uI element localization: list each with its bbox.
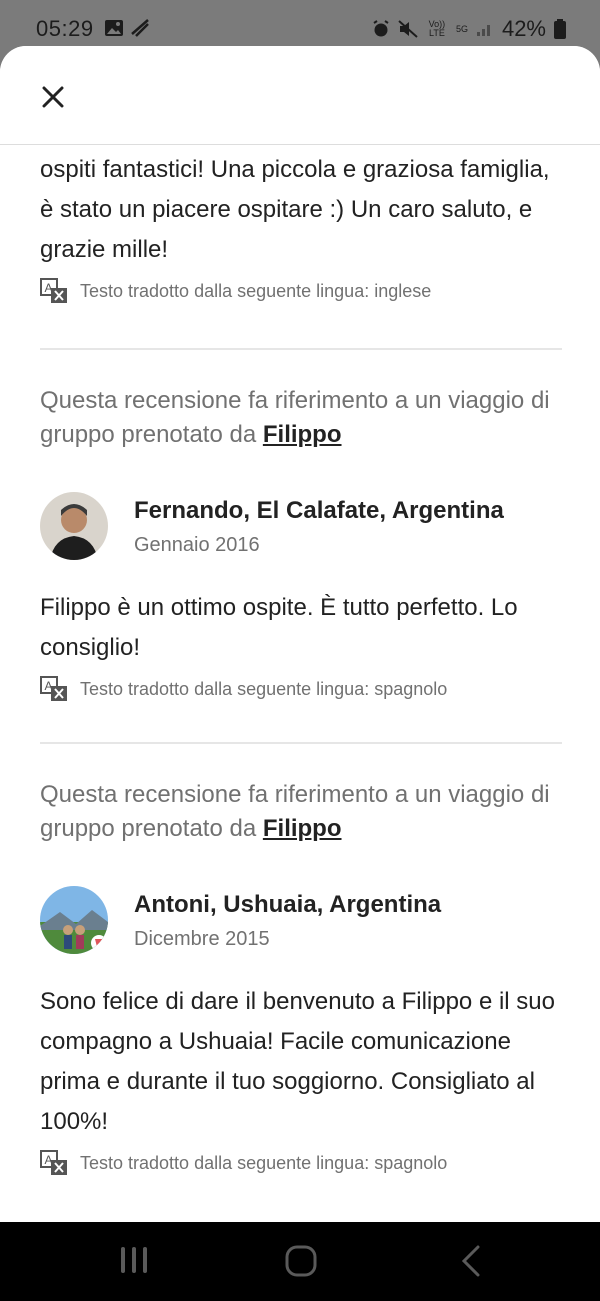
reviewer-info: Antoni, Ushuaia, Argentina Dicembre 2015 (134, 890, 441, 951)
translation-note: A Testo tradotto dalla seguente lingua: … (40, 278, 562, 304)
translation-note: A Testo tradotto dalla seguente lingua: … (40, 676, 562, 702)
review-text: Filippo è un ottimo ospite. È tutto perf… (40, 594, 518, 661)
group-trip-note: Questa recensione fa riferimento a un vi… (40, 384, 562, 452)
host-link[interactable]: Filippo (263, 815, 342, 842)
navigation-bar (0, 1222, 600, 1301)
status-right-icons: Vo)) LTE 5G 42% (372, 16, 566, 42)
signal-icon (476, 25, 490, 36)
back-icon[interactable] (458, 1244, 484, 1278)
reviewer-name: Antoni, Ushuaia, Argentina (134, 890, 442, 918)
status-time: 05:29 (36, 16, 94, 41)
review-date: Dicembre 2015 (134, 927, 270, 950)
reviewer-info: Fernando, El Calafate, Argentina Gennaio… (134, 496, 504, 557)
translate-icon: A (40, 676, 67, 701)
avatar[interactable] (40, 492, 108, 560)
reviewer-row: Fernando, El Calafate, Argentina Gennaio… (40, 492, 562, 560)
translate-icon: A (40, 278, 67, 303)
avatar-photo (40, 492, 108, 560)
reviewer-name: Fernando, El Calafate, Argentina (134, 496, 504, 524)
reviews-list: ospiti fantastici! Una piccola e grazios… (40, 144, 562, 1176)
translation-note: A Testo tradotto dalla seguente lingua: … (40, 1150, 562, 1176)
review-date: Gennaio 2016 (134, 533, 260, 556)
reviews-sheet: ospiti fantastici! Una piccola e grazios… (0, 46, 600, 1222)
network-indicator: 5G (455, 23, 468, 34)
close-icon[interactable] (42, 86, 64, 108)
superhost-badge-icon (91, 935, 107, 951)
review-item: Questa recensione fa riferimento a un vi… (40, 350, 562, 702)
gallery-icon (105, 20, 123, 36)
back-button[interactable] (458, 1244, 484, 1283)
review-text: Sono felice di dare il benvenuto a Filip… (40, 988, 555, 1135)
volte-indicator: Vo)) LTE (428, 19, 446, 38)
translate-icon: A (40, 1150, 67, 1175)
host-link[interactable]: Filippo (263, 421, 342, 448)
review-partial: ospiti fantastici! Una piccola e grazios… (40, 144, 562, 304)
recent-apps-button[interactable] (118, 1244, 150, 1281)
group-trip-note: Questa recensione fa riferimento a un vi… (40, 778, 562, 846)
translation-label: Testo tradotto dalla seguente lingua: in… (80, 280, 432, 301)
review-item: Questa recensione fa riferimento a un vi… (40, 744, 562, 1176)
battery-icon (554, 19, 566, 39)
battery-percent: 42% (501, 16, 546, 41)
alarm-icon (373, 20, 389, 37)
sheet-header (0, 46, 600, 145)
translation-label: Testo tradotto dalla seguente lingua: sp… (80, 1152, 448, 1173)
close-button[interactable] (36, 80, 70, 114)
status-left-icons (104, 18, 150, 38)
translation-label: Testo tradotto dalla seguente lingua: sp… (80, 678, 448, 699)
avatar[interactable] (40, 886, 108, 954)
sent-icon (131, 19, 149, 37)
home-button[interactable] (284, 1244, 318, 1283)
review-text: ospiti fantastici! Una piccola e grazios… (40, 156, 550, 263)
reviewer-row: Antoni, Ushuaia, Argentina Dicembre 2015 (40, 886, 562, 954)
home-icon[interactable] (284, 1244, 318, 1278)
mute-icon (398, 20, 418, 38)
recent-apps-icon[interactable] (118, 1244, 150, 1276)
